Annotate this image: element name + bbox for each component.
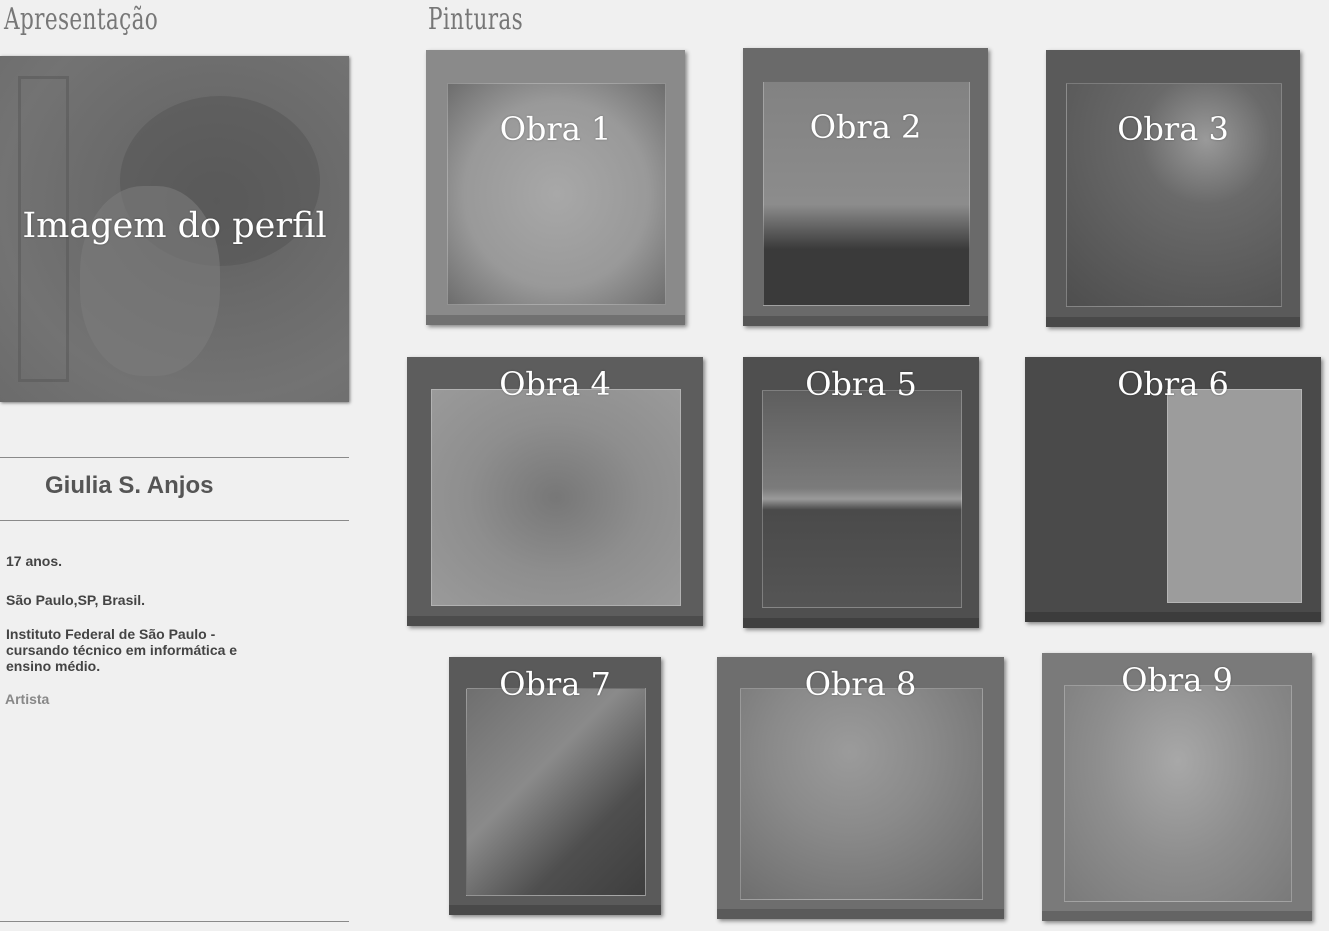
painting-canvas: [1167, 388, 1303, 603]
easel-shelf: [1046, 317, 1300, 327]
profile-location: São Paulo,SP, Brasil.: [6, 592, 146, 608]
divider-footer: [0, 921, 349, 922]
painting-label: Obra 8: [804, 665, 917, 703]
profile-image-label: Imagem do perfil: [22, 206, 327, 246]
profile-role: Artista: [5, 691, 50, 707]
painting-label: Obra 2: [809, 108, 922, 146]
painting-card-5[interactable]: Obra 5: [743, 357, 979, 628]
easel-shelf: [426, 315, 685, 325]
easel-shelf: [743, 618, 979, 628]
divider-top: [0, 457, 349, 458]
section-title-intro: Apresentação: [4, 2, 159, 37]
painting-label: Obra 7: [499, 665, 611, 703]
easel-shelf: [1042, 911, 1312, 921]
painting-label: Obra 9: [1121, 661, 1233, 699]
painting-label: Obra 6: [1117, 365, 1229, 403]
section-title-paintings: Pinturas: [428, 2, 524, 37]
easel-shelf: [1025, 612, 1321, 622]
easel-shelf: [717, 909, 1004, 919]
painting-card-4[interactable]: Obra 4: [407, 357, 703, 626]
profile-school: Instituto Federal de São Paulo - cursand…: [6, 626, 238, 674]
painting-canvas: [1063, 685, 1293, 902]
painting-canvas: [430, 389, 682, 607]
profile-image[interactable]: Imagem do perfil: [0, 56, 349, 402]
painting-canvas: [761, 389, 963, 609]
painting-label: Obra 4: [499, 365, 611, 403]
painting-card-7[interactable]: Obra 7: [449, 657, 661, 915]
painting-label: Obra 5: [805, 365, 917, 403]
painting-label: Obra 1: [499, 110, 612, 148]
easel-shelf: [449, 905, 661, 915]
easel-shelf: [743, 316, 988, 326]
painting-card-6[interactable]: Obra 6: [1025, 357, 1321, 622]
painting-card-1[interactable]: Obra 1: [426, 50, 685, 325]
divider-bottom: [0, 520, 349, 521]
painting-card-9[interactable]: Obra 9: [1042, 653, 1312, 921]
painting-label: Obra 3: [1117, 110, 1229, 148]
easel-shelf: [407, 616, 703, 626]
painting-card-8[interactable]: Obra 8: [717, 657, 1004, 919]
painting-card-3[interactable]: Obra 3: [1046, 50, 1300, 327]
profile-name: Giulia S. Anjos: [45, 472, 214, 499]
painting-card-2[interactable]: Obra 2: [743, 48, 988, 326]
profile-age: 17 anos.: [6, 553, 63, 569]
painting-canvas: [739, 688, 984, 901]
painting-canvas: [465, 687, 647, 897]
